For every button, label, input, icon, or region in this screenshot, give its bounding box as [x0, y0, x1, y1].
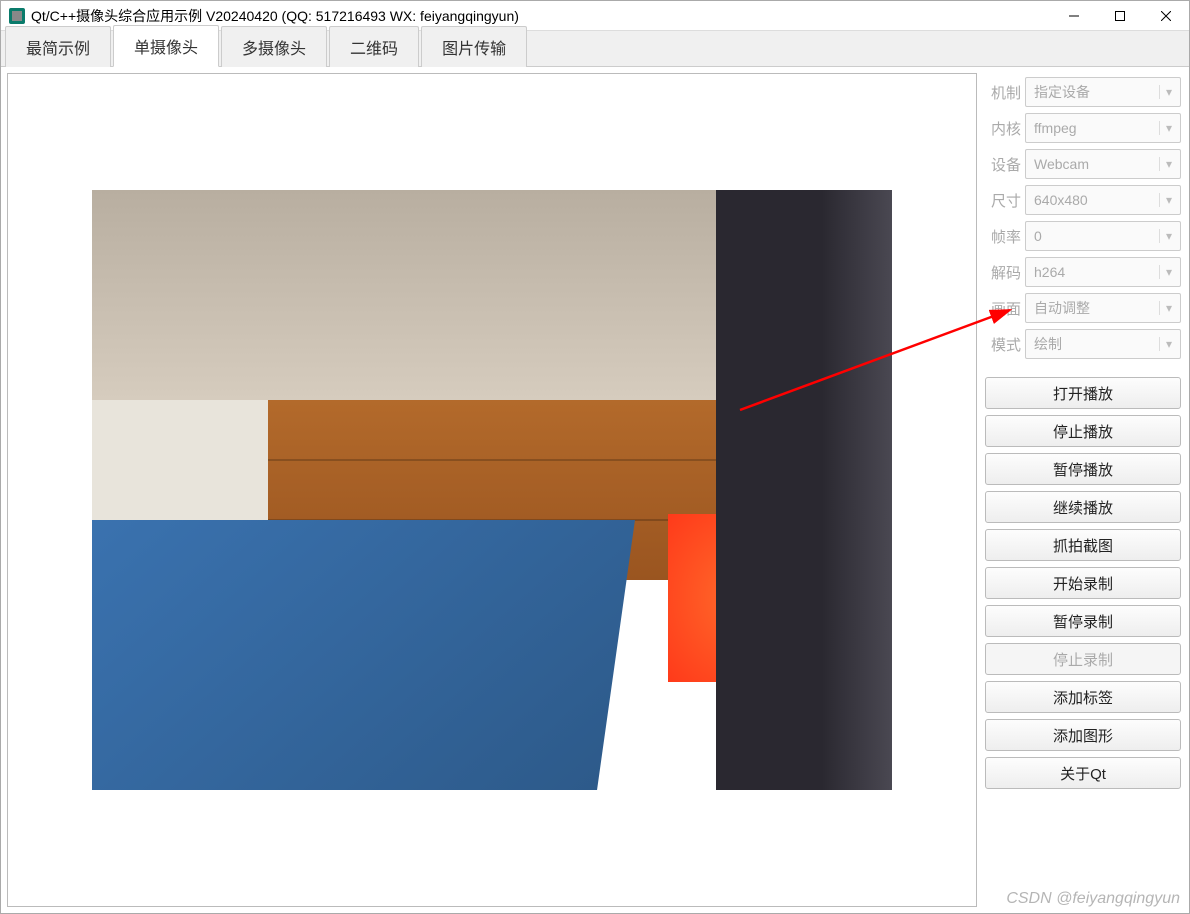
action-button-2[interactable]: 暂停播放 — [985, 453, 1181, 485]
setting-value-6: 自动调整 — [1034, 298, 1090, 318]
action-button-0[interactable]: 打开播放 — [985, 377, 1181, 409]
action-button-1[interactable]: 停止播放 — [985, 415, 1181, 447]
setting-select-4[interactable]: 0▾ — [1025, 221, 1181, 251]
setting-label-3: 尺寸 — [985, 190, 1021, 211]
setting-select-5[interactable]: h264 ▾ — [1025, 257, 1181, 287]
tab-1[interactable]: 单摄像头 — [113, 25, 219, 67]
chevron-down-icon: ▾ — [1159, 337, 1172, 351]
setting-select-2[interactable]: Webcam ▾ — [1025, 149, 1181, 179]
setting-label-7: 模式 — [985, 334, 1021, 355]
setting-label-5: 解码 — [985, 262, 1021, 283]
setting-row-7: 模式绘制 ▾ — [985, 329, 1181, 359]
action-button-7: 停止录制 — [985, 643, 1181, 675]
setting-value-1: ffmpeg — [1034, 120, 1077, 136]
app-window: Qt/C++摄像头综合应用示例 V20240420 (QQ: 517216493… — [0, 0, 1190, 914]
chevron-down-icon: ▾ — [1159, 229, 1172, 243]
chevron-down-icon: ▾ — [1159, 193, 1172, 207]
tab-2[interactable]: 多摄像头 — [221, 26, 327, 67]
setting-row-2: 设备 Webcam ▾ — [985, 149, 1181, 179]
minimize-button[interactable] — [1051, 1, 1097, 31]
window-title: Qt/C++摄像头综合应用示例 V20240420 (QQ: 517216493… — [31, 6, 1051, 26]
maximize-button[interactable] — [1097, 1, 1143, 31]
setting-select-1[interactable]: ffmpeg ▾ — [1025, 113, 1181, 143]
setting-value-7: 绘制 — [1034, 334, 1062, 354]
action-button-10[interactable]: 关于Qt — [985, 757, 1181, 789]
tab-0[interactable]: 最简示例 — [5, 26, 111, 67]
setting-label-1: 内核 — [985, 118, 1021, 139]
setting-value-2: Webcam — [1034, 156, 1089, 172]
action-button-9[interactable]: 添加图形 — [985, 719, 1181, 751]
close-icon — [1161, 11, 1171, 21]
camera-scene — [92, 190, 892, 790]
setting-select-6[interactable]: 自动调整 ▾ — [1025, 293, 1181, 323]
action-button-3[interactable]: 继续播放 — [985, 491, 1181, 523]
setting-row-0: 机制指定设备 ▾ — [985, 77, 1181, 107]
action-button-5[interactable]: 开始录制 — [985, 567, 1181, 599]
setting-label-0: 机制 — [985, 82, 1021, 103]
content-area: 机制指定设备▾内核ffmpeg▾设备Webcam▾尺寸640x480▾帧率0▾解… — [1, 67, 1189, 913]
close-button[interactable] — [1143, 1, 1189, 31]
setting-row-4: 帧率0▾ — [985, 221, 1181, 251]
chevron-down-icon: ▾ — [1159, 121, 1172, 135]
setting-label-2: 设备 — [985, 154, 1021, 175]
maximize-icon — [1115, 11, 1125, 21]
action-button-4[interactable]: 抓拍截图 — [985, 529, 1181, 561]
action-button-8[interactable]: 添加标签 — [985, 681, 1181, 713]
setting-select-3[interactable]: 640x480 ▾ — [1025, 185, 1181, 215]
app-icon — [9, 8, 25, 24]
setting-value-0: 指定设备 — [1034, 82, 1090, 102]
tabbar: 最简示例单摄像头多摄像头二维码图片传输 — [1, 31, 1189, 67]
setting-row-1: 内核 ffmpeg ▾ — [985, 113, 1181, 143]
chevron-down-icon: ▾ — [1159, 85, 1172, 99]
action-button-6[interactable]: 暂停录制 — [985, 605, 1181, 637]
window-controls — [1051, 1, 1189, 31]
setting-row-3: 尺寸 640x480 ▾ — [985, 185, 1181, 215]
camera-frame — [92, 190, 892, 790]
chevron-down-icon: ▾ — [1159, 301, 1172, 315]
chevron-down-icon: ▾ — [1159, 265, 1172, 279]
minimize-icon — [1069, 11, 1079, 21]
setting-select-7[interactable]: 绘制 ▾ — [1025, 329, 1181, 359]
setting-label-4: 帧率 — [985, 226, 1021, 247]
tab-3[interactable]: 二维码 — [329, 26, 419, 67]
setting-value-3: 640x480 — [1034, 192, 1088, 208]
setting-row-6: 画面自动调整 ▾ — [985, 293, 1181, 323]
chevron-down-icon: ▾ — [1159, 157, 1172, 171]
tab-4[interactable]: 图片传输 — [421, 26, 527, 67]
setting-select-0[interactable]: 指定设备 ▾ — [1025, 77, 1181, 107]
setting-row-5: 解码 h264 ▾ — [985, 257, 1181, 287]
setting-value-4: 0 — [1034, 228, 1042, 244]
video-pane — [7, 73, 977, 907]
setting-label-6: 画面 — [985, 298, 1021, 319]
sidebar: 机制指定设备▾内核ffmpeg▾设备Webcam▾尺寸640x480▾帧率0▾解… — [983, 73, 1183, 907]
setting-value-5: h264 — [1034, 264, 1065, 280]
